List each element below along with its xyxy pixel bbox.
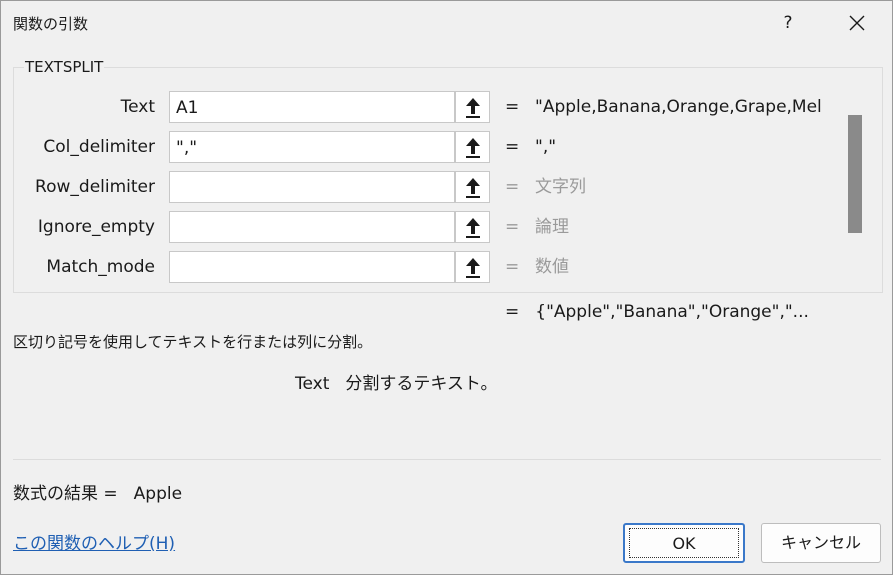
col-delimiter-input[interactable]: ","	[169, 131, 455, 163]
equals-sign: =	[505, 302, 520, 322]
collapse-dialog-arrow-icon	[466, 218, 480, 238]
argument-label: Text	[120, 97, 155, 117]
argument-label: Col_delimiter	[43, 137, 155, 157]
argument-label: Row_delimiter	[35, 177, 155, 197]
argument-label: Match_mode	[46, 257, 155, 277]
cancel-button[interactable]: キャンセル	[761, 523, 881, 563]
ok-button[interactable]: OK	[623, 523, 745, 563]
argument-description-text: 分割するテキスト。	[345, 374, 498, 394]
scrollbar-thumb[interactable]	[848, 115, 862, 233]
equals-sign: =	[505, 257, 520, 277]
argument-label: Ignore_empty	[37, 217, 155, 237]
arguments-scrollbar[interactable]	[841, 89, 871, 285]
range-select-button[interactable]	[455, 251, 490, 283]
argument-value: ","	[535, 137, 557, 157]
range-select-button[interactable]	[455, 131, 490, 163]
title-bar: 関数の引数 ?	[1, 1, 892, 45]
equals-sign: =	[505, 177, 520, 197]
argument-description-name: Text	[295, 374, 330, 394]
ignore-empty-input[interactable]	[169, 211, 455, 243]
result-preview-value: {"Apple","Banana","Orange","...	[535, 302, 809, 322]
row-delimiter-input[interactable]	[169, 171, 455, 203]
formula-result: 数式の結果 = Apple	[13, 481, 182, 507]
equals-sign: =	[505, 97, 520, 117]
equals-sign: =	[505, 217, 520, 237]
function-description: 区切り記号を使用してテキストを行または列に分割。	[13, 333, 373, 351]
dialog-title: 関数の引数	[13, 15, 89, 33]
argument-type-hint: 文字列	[535, 177, 586, 197]
help-button[interactable]: ?	[771, 7, 805, 39]
range-select-button[interactable]	[455, 171, 490, 203]
argument-type-hint: 数値	[535, 257, 569, 277]
argument-type-hint: 論理	[535, 217, 569, 237]
collapse-dialog-arrow-icon	[466, 138, 480, 158]
collapse-dialog-arrow-icon	[466, 258, 480, 278]
argument-value: "Apple,Banana,Orange,Grape,Mel	[535, 97, 822, 117]
ok-button-label: OK	[629, 528, 739, 558]
range-select-button[interactable]	[455, 211, 490, 243]
match-mode-input[interactable]	[169, 251, 455, 283]
text-input[interactable]: A1	[169, 91, 455, 123]
equals-sign: =	[505, 137, 520, 157]
formula-result-label: 数式の結果 =	[13, 484, 118, 504]
function-help-link[interactable]: この関数のヘルプ(H)	[13, 531, 175, 557]
argument-description: Text 分割するテキスト。	[295, 371, 498, 397]
function-arguments-dialog: 関数の引数 ? TEXTSPLIT Text A1 = "Apple,Banan…	[0, 0, 893, 575]
collapse-dialog-arrow-icon	[466, 178, 480, 198]
divider	[13, 459, 881, 460]
close-icon	[849, 15, 865, 31]
range-select-button[interactable]	[455, 91, 490, 123]
close-button[interactable]	[837, 7, 877, 39]
function-name: TEXTSPLIT	[24, 58, 105, 76]
collapse-dialog-arrow-icon	[466, 98, 480, 118]
result-preview: = {"Apple","Banana","Orange","...	[505, 299, 809, 325]
formula-result-value: Apple	[133, 484, 183, 504]
